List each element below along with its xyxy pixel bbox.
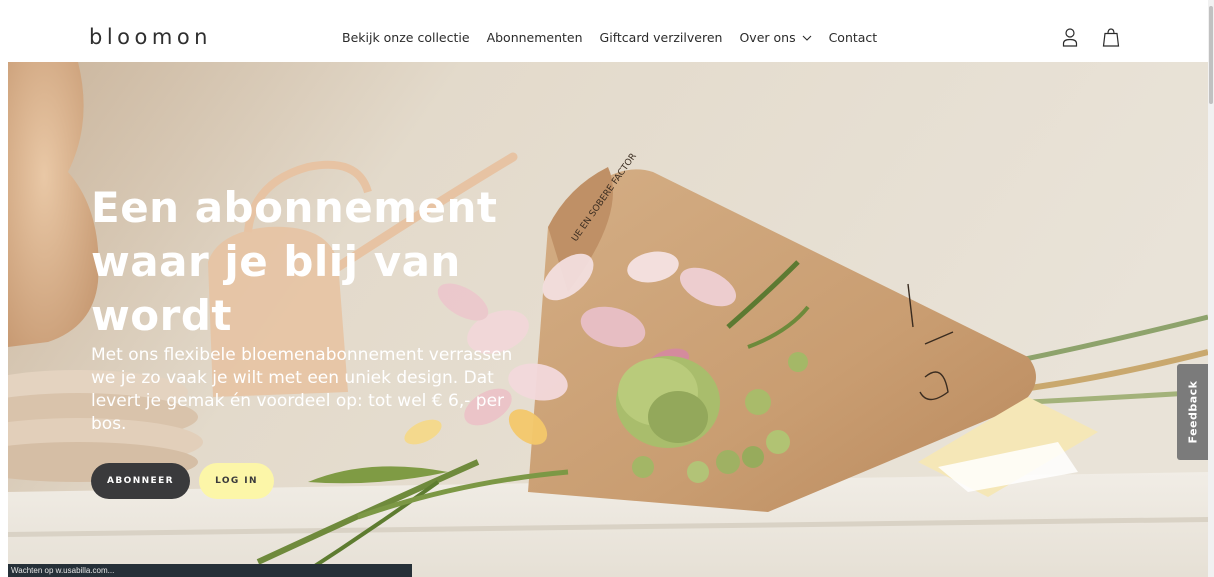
shopping-bag-icon[interactable] (1102, 27, 1120, 47)
brand-logo[interactable]: bloomon (89, 25, 212, 49)
nav-collection-link[interactable]: Bekijk onze collectie (342, 30, 470, 45)
main-nav: Bekijk onze collectie Abonnementen Giftc… (342, 30, 894, 45)
login-button[interactable]: LOG IN (199, 463, 274, 499)
nav-subscriptions-link[interactable]: Abonnementen (487, 30, 583, 45)
nav-about-link[interactable]: Over ons (739, 30, 811, 45)
site-header: bloomon Bekijk onze collectie Abonnement… (0, 0, 1208, 62)
feedback-tab[interactable]: Feedback (1177, 364, 1208, 460)
nav-about-label: Over ons (739, 30, 796, 45)
nav-giftcard-link[interactable]: Giftcard verzilveren (600, 30, 723, 45)
scrollbar-thumb[interactable] (1209, 6, 1213, 104)
hero-banner: UE EN SOBERE FACTOR Een abonnement waar … (8, 62, 1208, 577)
feedback-label: Feedback (1186, 380, 1199, 444)
page-scrollbar[interactable] (1208, 0, 1214, 577)
nav-contact-link[interactable]: Contact (829, 30, 878, 45)
browser-status-bar: Wachten op w.usabilla.com... (8, 564, 412, 577)
hero-title: Een abonnement waar je blij van wordt (91, 183, 498, 340)
user-icon[interactable] (1061, 27, 1079, 47)
subscribe-button[interactable]: ABONNEER (91, 463, 190, 499)
hero-description: Met ons flexibele bloemenabonnement verr… (91, 345, 513, 434)
chevron-down-icon (802, 35, 811, 41)
